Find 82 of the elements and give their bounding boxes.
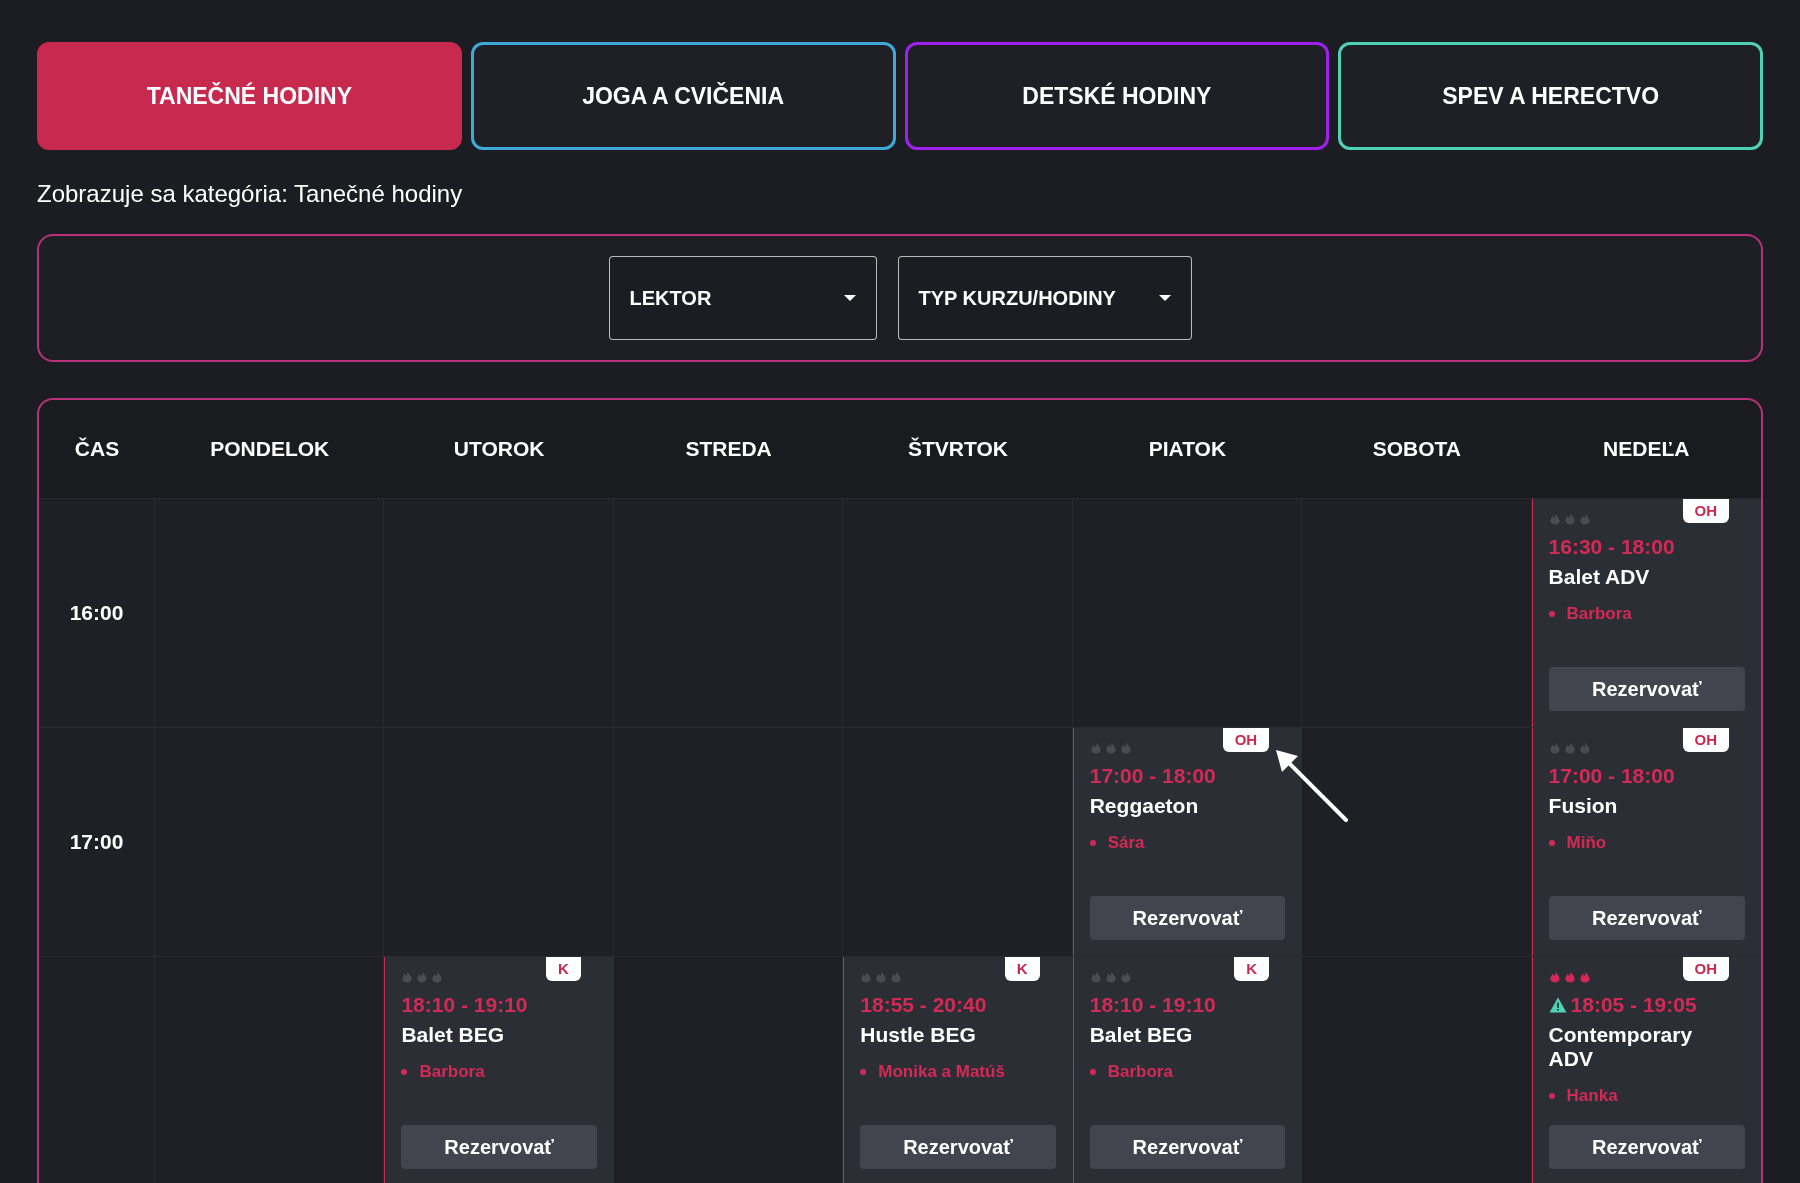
reserve-button[interactable]: Rezervovať (1089, 896, 1286, 940)
category-tab[interactable]: TANEČNÉ HODINY (37, 42, 462, 150)
class-title: Balet ADV (1548, 565, 1651, 589)
column-header: SOBOTA (1372, 436, 1461, 463)
caret-icon (1158, 294, 1171, 302)
flame-icon (416, 969, 429, 983)
category-tab[interactable]: DETSKÉ HODINY (904, 42, 1330, 150)
category-caption: Zobrazuje sa kategória: Tanečné hodiny (37, 179, 463, 209)
bullet-icon (1548, 1092, 1555, 1099)
flame-icon (1578, 740, 1591, 754)
column-header: ČAS (74, 436, 120, 463)
reserve-button[interactable]: Rezervovať (1548, 1125, 1745, 1169)
flame-icon (1548, 740, 1561, 754)
flame-icon (1089, 969, 1102, 983)
time-label: 16:00 (69, 600, 124, 627)
flame-icon (1548, 969, 1561, 983)
flame-icon (1089, 740, 1102, 754)
flame-icon (860, 969, 873, 983)
reserve-button[interactable]: Rezervovať (1548, 667, 1745, 711)
category-tab[interactable]: JOGA A CVIČENIA (470, 42, 896, 150)
column-header: ŠTVRTOK (908, 436, 1008, 463)
flame-icon (1119, 969, 1132, 983)
class-title: Fusion (1548, 794, 1619, 818)
flame-icon (1578, 969, 1591, 983)
type-badge: K (1234, 957, 1270, 981)
class-time: 18:05 - 19:05 (1570, 992, 1697, 1018)
flame-icon (1578, 511, 1591, 525)
lector-name: Monika a Matúš (878, 1061, 1005, 1083)
flame-icon (1104, 740, 1117, 754)
class-title: Contemporary ADV (1548, 1023, 1694, 1071)
bullet-icon (1089, 1068, 1096, 1075)
lector-name: Barbora (1566, 603, 1632, 625)
reserve-button[interactable]: Rezervovať (1548, 896, 1745, 940)
lector-name: Sára (1107, 832, 1145, 854)
filter-dropdown[interactable]: TYP KURZU/HODINY (897, 256, 1192, 340)
class-title: Reggaeton (1089, 794, 1200, 818)
bullet-icon (1089, 839, 1096, 846)
class-time: 18:55 - 20:40 (860, 992, 987, 1018)
type-badge: OH (1682, 499, 1729, 523)
lector-name: Barbora (419, 1061, 485, 1083)
flame-icon (1119, 740, 1132, 754)
column-header: PONDELOK (210, 436, 330, 463)
bullet-icon (1548, 610, 1555, 617)
flame-icon (401, 969, 414, 983)
type-badge: K (1004, 957, 1040, 981)
class-time: 18:10 - 19:10 (401, 992, 528, 1018)
type-badge: OH (1682, 728, 1729, 752)
category-tab[interactable]: SPEV A HERECTVO (1338, 42, 1763, 150)
lector-name: Miňo (1566, 832, 1607, 854)
class-time: 17:00 - 18:00 (1089, 763, 1216, 789)
class-title: Hustle BEG (860, 1023, 977, 1047)
lector-name: Barbora (1107, 1061, 1173, 1083)
flame-icon (1563, 740, 1576, 754)
flame-icon (875, 969, 888, 983)
flame-icon (890, 969, 903, 983)
flame-icon (431, 969, 444, 983)
type-badge: K (546, 957, 581, 981)
lector-name: Hanka (1566, 1085, 1618, 1107)
time-label: 17:00 (69, 829, 124, 856)
class-time: 17:00 - 18:00 (1548, 763, 1675, 789)
class-time: 16:30 - 18:00 (1548, 534, 1675, 560)
class-title: Balet BEG (1089, 1023, 1194, 1047)
flame-icon (1104, 969, 1117, 983)
flame-icon (1548, 511, 1561, 525)
column-header: NEDEĽA (1603, 436, 1690, 463)
column-header: PIATOK (1148, 436, 1227, 463)
bullet-icon (401, 1068, 408, 1075)
type-badge: OH (1222, 728, 1270, 752)
filter-dropdown[interactable]: LEKTOR (608, 256, 877, 340)
type-badge: OH (1682, 957, 1729, 981)
bullet-icon (860, 1068, 867, 1075)
flame-icon (1563, 969, 1576, 983)
class-title: Balet BEG (401, 1023, 506, 1047)
column-header: STREDA (685, 436, 772, 463)
reserve-button[interactable]: Rezervovať (860, 1125, 1056, 1169)
class-time: 18:10 - 19:10 (1089, 992, 1216, 1018)
bullet-icon (1548, 839, 1555, 846)
caret-icon (843, 294, 856, 302)
reserve-button[interactable]: Rezervovať (401, 1125, 597, 1169)
flame-icon (1563, 511, 1576, 525)
column-header: UTOROK (453, 436, 545, 463)
reserve-button[interactable]: Rezervovať (1089, 1125, 1286, 1169)
